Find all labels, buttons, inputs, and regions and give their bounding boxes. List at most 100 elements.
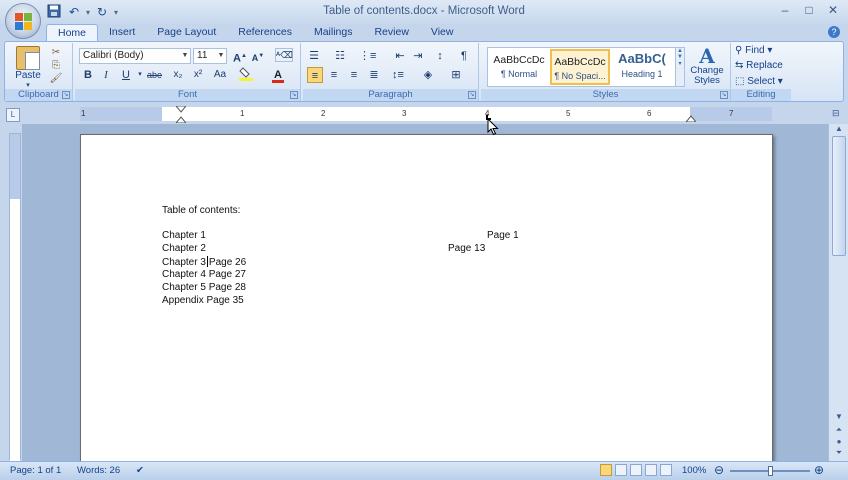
print-layout-view-icon[interactable] bbox=[600, 464, 612, 476]
replace-button[interactable]: ⇆ Replace bbox=[735, 60, 783, 74]
change-case-button[interactable]: Aa bbox=[213, 67, 227, 83]
ruler-number: 1 bbox=[240, 109, 245, 118]
font-name-dropdown-icon[interactable]: ▼ bbox=[180, 49, 190, 63]
minimize-button[interactable]: – bbox=[776, 3, 794, 19]
word-count-status[interactable]: Words: 26 bbox=[77, 465, 120, 476]
select-button[interactable]: ⬚ Select ▾ bbox=[735, 76, 783, 90]
toc-line-2-right[interactable]: Page 13 bbox=[448, 243, 485, 254]
paragraph-group: ☰ ☷ ⋮≡ ⇤ ⇥ ↕ ¶ ≡ ≡ ≡ ≣ ↕≡ ◈ ⊞ Paragraph … bbox=[303, 43, 479, 101]
sort-icon[interactable]: ↕ bbox=[433, 48, 447, 64]
underline-button[interactable]: U bbox=[119, 67, 133, 83]
scroll-thumb[interactable] bbox=[832, 136, 846, 256]
underline-dropdown-icon[interactable]: ▾ bbox=[133, 67, 147, 83]
change-styles-button[interactable]: A Change Styles bbox=[687, 44, 727, 88]
copy-icon[interactable]: ⎘ bbox=[49, 60, 63, 72]
first-line-indent-icon[interactable] bbox=[174, 104, 188, 116]
zoom-slider-thumb[interactable] bbox=[768, 466, 773, 476]
shrink-font-button[interactable]: A▼ bbox=[251, 48, 265, 64]
style-heading-1[interactable]: AaBbC( Heading 1 bbox=[612, 49, 672, 85]
toc-line-5[interactable]: Chapter 5 Page 28 bbox=[162, 282, 246, 293]
font-color-icon[interactable]: A bbox=[271, 67, 285, 83]
numbering-icon[interactable]: ☷ bbox=[333, 48, 347, 64]
clipboard-launcher-icon[interactable]: ↘ bbox=[62, 91, 70, 99]
clear-formatting-button[interactable]: ᴬ⌫ bbox=[275, 48, 293, 62]
scroll-down-icon[interactable]: ▼ bbox=[832, 412, 846, 424]
help-icon[interactable]: ? bbox=[828, 26, 840, 38]
tab-selector-icon[interactable]: L bbox=[6, 108, 20, 122]
toc-line-1-right[interactable]: Page 1 bbox=[487, 230, 519, 241]
toc-line-1-left[interactable]: Chapter 1 bbox=[162, 230, 206, 241]
format-painter-icon[interactable]: 🖌 bbox=[49, 73, 63, 85]
close-button[interactable]: ✕ bbox=[824, 3, 842, 19]
vertical-ruler[interactable] bbox=[9, 133, 21, 461]
borders-icon[interactable]: ⊞ bbox=[449, 67, 463, 83]
paste-dropdown-icon: ▾ bbox=[26, 82, 30, 89]
paragraph-launcher-icon[interactable]: ↘ bbox=[468, 91, 476, 99]
multilevel-list-icon[interactable]: ⋮≡ bbox=[359, 48, 376, 64]
find-button[interactable]: ⚲ Find ▾ bbox=[735, 45, 772, 59]
tab-review[interactable]: Review bbox=[363, 24, 419, 41]
toc-line-6-right: Page 35 bbox=[206, 295, 244, 306]
tab-insert[interactable]: Insert bbox=[98, 24, 146, 41]
tab-mailings[interactable]: Mailings bbox=[303, 24, 364, 41]
vertical-scrollbar[interactable]: ▲ ▼ ⏶ ● ⏷ bbox=[828, 124, 848, 461]
show-formatting-icon[interactable]: ¶ bbox=[457, 48, 471, 64]
page-count-status[interactable]: Page: 1 of 1 bbox=[10, 465, 61, 476]
zoom-in-icon[interactable]: ⊕ bbox=[814, 463, 824, 477]
office-button[interactable] bbox=[5, 3, 41, 39]
justify-icon[interactable]: ≣ bbox=[367, 67, 381, 83]
font-launcher-icon[interactable]: ↘ bbox=[290, 91, 298, 99]
document-area[interactable]: Table of contents: Chapter 1 Page 1 Chap… bbox=[22, 124, 828, 461]
zoom-slider[interactable] bbox=[730, 466, 810, 476]
toc-heading[interactable]: Table of contents: bbox=[162, 205, 240, 216]
shading-icon[interactable]: ◈ bbox=[421, 67, 435, 83]
zoom-out-icon[interactable]: ⊖ bbox=[714, 463, 724, 477]
align-left-icon[interactable]: ≡ bbox=[307, 67, 323, 83]
maximize-button[interactable]: □ bbox=[800, 3, 818, 19]
tab-home[interactable]: Home bbox=[46, 24, 99, 41]
scroll-up-icon[interactable]: ▲ bbox=[832, 124, 846, 136]
superscript-button[interactable]: x² bbox=[191, 67, 205, 83]
strikethrough-button[interactable]: abe bbox=[147, 67, 162, 83]
draft-view-icon[interactable] bbox=[660, 464, 672, 476]
cut-icon[interactable]: ✂ bbox=[49, 47, 63, 59]
toc-line-4[interactable]: Chapter 4 Page 27 bbox=[162, 269, 246, 280]
align-center-icon[interactable]: ≡ bbox=[327, 67, 341, 83]
font-size-combo[interactable]: 11 ▼ bbox=[193, 48, 227, 64]
proofing-icon[interactable]: ✔ bbox=[136, 465, 144, 476]
styles-gallery-scroll[interactable]: ▲ ▼ ▾ bbox=[675, 47, 685, 87]
bullets-icon[interactable]: ☰ bbox=[307, 48, 321, 64]
style-normal[interactable]: AaBbCcDc ¶ Normal bbox=[489, 49, 549, 85]
paste-button[interactable]: Paste ▾ bbox=[11, 45, 45, 89]
zoom-level[interactable]: 100% bbox=[682, 465, 706, 476]
bold-button[interactable]: B bbox=[81, 67, 95, 83]
document-page[interactable]: Table of contents: Chapter 1 Page 1 Chap… bbox=[80, 134, 773, 461]
previous-page-icon[interactable]: ⏶ bbox=[832, 425, 846, 437]
decrease-indent-icon[interactable]: ⇤ bbox=[393, 48, 407, 64]
style-no-spacing[interactable]: AaBbCcDc ¶ No Spaci... bbox=[550, 49, 610, 85]
highlight-icon[interactable] bbox=[239, 67, 255, 83]
horizontal-ruler[interactable]: 1 1 2 3 4 5 6 7 bbox=[80, 104, 772, 124]
tab-page-layout[interactable]: Page Layout bbox=[146, 24, 227, 41]
increase-indent-icon[interactable]: ⇥ bbox=[411, 48, 425, 64]
italic-button[interactable]: I bbox=[99, 67, 113, 83]
font-size-dropdown-icon[interactable]: ▼ bbox=[216, 49, 226, 63]
select-label: Select bbox=[747, 76, 776, 87]
paste-icon bbox=[16, 46, 40, 70]
view-ruler-icon[interactable]: ⊟ bbox=[832, 108, 844, 120]
toc-line-6[interactable]: Appendix Page 35 bbox=[162, 295, 244, 306]
toc-line-3[interactable]: Chapter 3 Page 26 bbox=[162, 256, 246, 268]
font-name-combo[interactable]: Calibri (Body) ▼ bbox=[79, 48, 191, 64]
grow-font-button[interactable]: A▲ bbox=[233, 48, 247, 65]
align-right-icon[interactable]: ≡ bbox=[347, 67, 361, 83]
subscript-button[interactable]: x₂ bbox=[171, 67, 185, 83]
next-page-icon[interactable]: ⏷ bbox=[832, 448, 846, 460]
full-screen-reading-view-icon[interactable] bbox=[615, 464, 627, 476]
styles-launcher-icon[interactable]: ↘ bbox=[720, 91, 728, 99]
web-layout-view-icon[interactable] bbox=[630, 464, 642, 476]
tab-view[interactable]: View bbox=[420, 24, 465, 41]
tab-references[interactable]: References bbox=[227, 24, 303, 41]
outline-view-icon[interactable] bbox=[645, 464, 657, 476]
toc-line-2-left[interactable]: Chapter 2 bbox=[162, 243, 206, 254]
line-spacing-icon[interactable]: ↕≡ bbox=[391, 67, 405, 83]
